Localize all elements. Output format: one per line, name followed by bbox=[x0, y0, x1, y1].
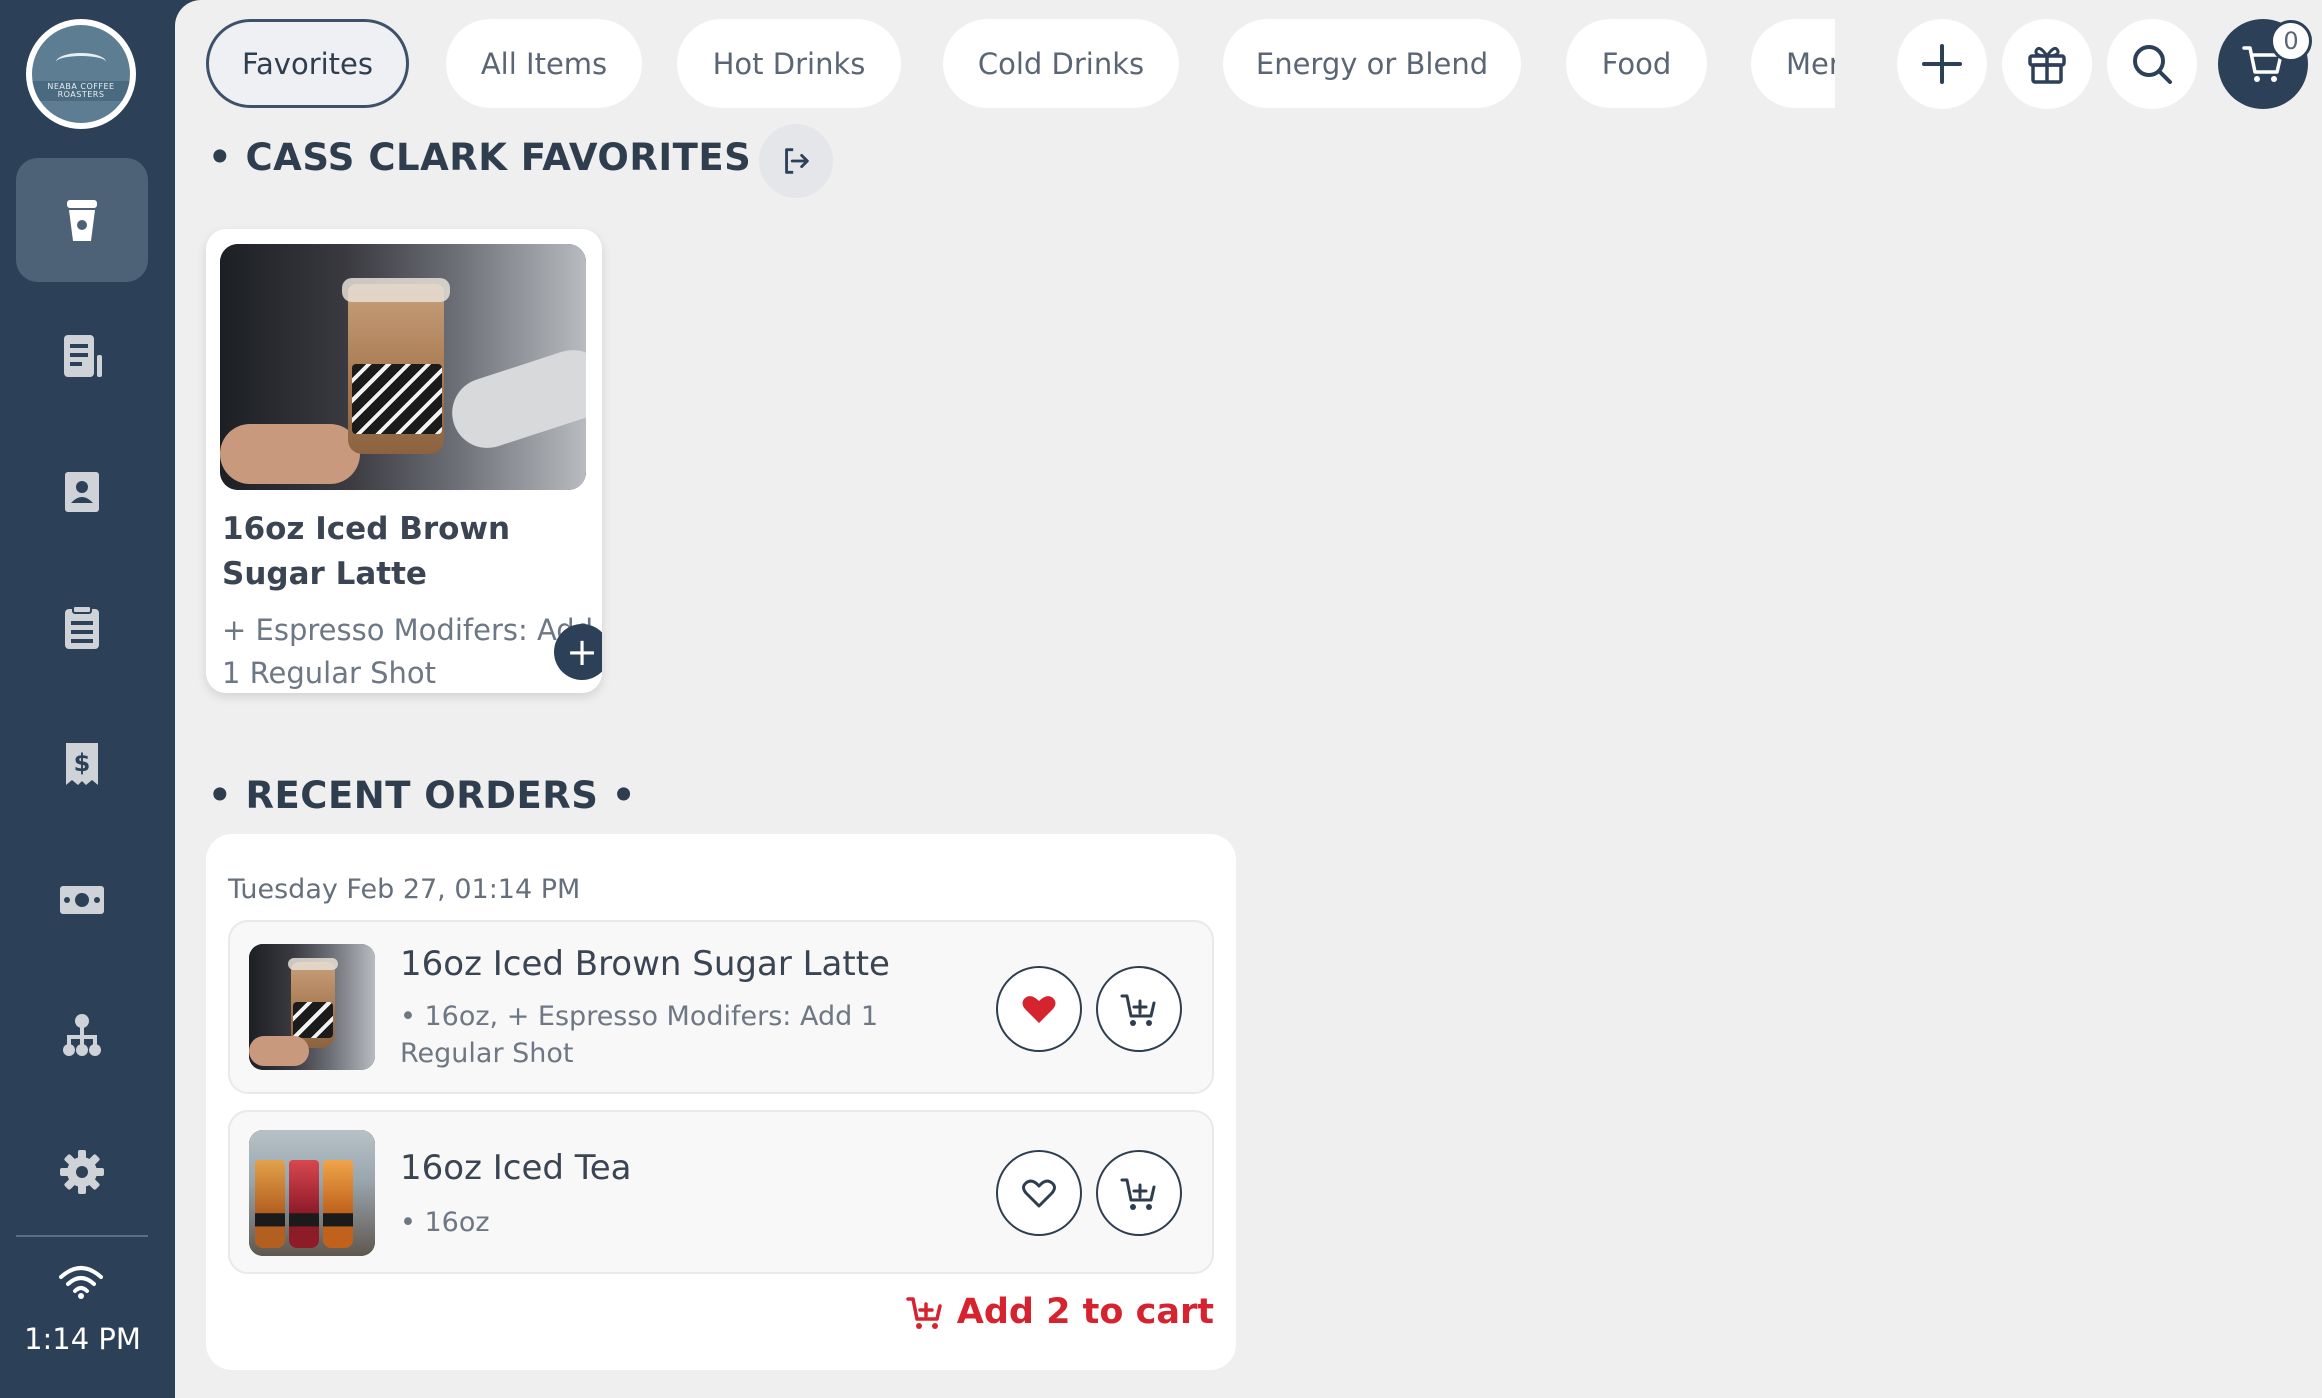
tab-favorites[interactable]: Favorites bbox=[206, 19, 409, 108]
gift-card-button[interactable] bbox=[2002, 19, 2092, 109]
cart-count-badge: 0 bbox=[2270, 20, 2312, 62]
tab-food[interactable]: Food bbox=[1566, 19, 1707, 108]
category-tabs: Favorites All Items Hot Drinks Cold Drin… bbox=[175, 0, 1835, 130]
cart-add-icon bbox=[906, 1297, 942, 1329]
cart-add-icon bbox=[1120, 1178, 1156, 1210]
sidebar-item-customers[interactable] bbox=[16, 430, 148, 554]
favorite-item-name: 16oz Iced Brown Sugar Latte bbox=[222, 511, 511, 592]
tab-menu[interactable]: Menu bbox=[1751, 19, 1835, 108]
favorite-toggle-button[interactable] bbox=[996, 966, 1082, 1052]
sidebar-item-menu[interactable] bbox=[16, 158, 148, 282]
cash-icon bbox=[60, 886, 104, 914]
add-item-button[interactable] bbox=[1897, 19, 1987, 109]
recent-orders-card: Tuesday Feb 27, 01:14 PM 16oz Iced Brown… bbox=[206, 834, 1236, 1370]
search-icon bbox=[2133, 45, 2172, 84]
order-row: 16oz Iced Tea • 16oz bbox=[228, 1110, 1214, 1274]
cart-add-icon bbox=[1120, 994, 1156, 1026]
recent-orders-title: • RECENT ORDERS • bbox=[208, 774, 636, 817]
favorites-title: • CASS CLARK FAVORITES • bbox=[208, 136, 789, 179]
order-item-modifiers: • 16oz, + Espresso Modifers: Add 1 Regul… bbox=[400, 1001, 878, 1069]
sidebar-item-org[interactable] bbox=[16, 974, 148, 1098]
add-favorite-button[interactable]: + bbox=[554, 624, 602, 680]
sidebar-divider bbox=[16, 1235, 148, 1237]
main-panel: Favorites All Items Hot Drinks Cold Drin… bbox=[175, 0, 2322, 1398]
gear-icon bbox=[60, 1150, 104, 1194]
gift-icon bbox=[2028, 46, 2066, 84]
search-button[interactable] bbox=[2107, 19, 2197, 109]
tab-hot-drinks[interactable]: Hot Drinks bbox=[677, 19, 901, 108]
tab-cold-drinks[interactable]: Cold Drinks bbox=[943, 19, 1179, 108]
clock: 1:14 PM bbox=[24, 1322, 141, 1356]
sidebar-item-reports[interactable] bbox=[16, 566, 148, 690]
heart-filled-icon bbox=[1022, 996, 1056, 1023]
favorite-toggle-button[interactable] bbox=[996, 1150, 1082, 1236]
add-to-cart-button[interactable] bbox=[1096, 966, 1182, 1052]
sidebar-item-settings[interactable] bbox=[16, 1110, 148, 1234]
dollar-receipt-icon: $ bbox=[66, 743, 98, 785]
order-thumbnail bbox=[249, 1130, 375, 1256]
favorite-item-card[interactable]: 16oz Iced Brown Sugar Latte + Espresso M… bbox=[206, 229, 602, 693]
wifi-icon bbox=[59, 1266, 103, 1299]
order-item-name: 16oz Iced Brown Sugar Latte bbox=[400, 944, 890, 984]
customer-profile-icon bbox=[65, 472, 99, 512]
receipt-list-icon bbox=[64, 335, 102, 377]
tab-all-items[interactable]: All Items bbox=[446, 19, 642, 108]
favorite-item-modifiers: + Espresso Modifers: Add 1 Regular Shot bbox=[222, 613, 594, 690]
add-all-label: Add 2 to cart bbox=[956, 1292, 1214, 1332]
plus-icon bbox=[1922, 44, 1962, 84]
sidebar-item-cash[interactable] bbox=[16, 838, 148, 962]
add-all-to-cart-button[interactable]: Add 2 to cart bbox=[905, 1292, 1214, 1332]
sidebar: NEABA COFFEE ROASTERS $ 1:14 PM bbox=[0, 0, 175, 1398]
order-item-name: 16oz Iced Tea bbox=[400, 1148, 632, 1188]
order-item-modifiers: • 16oz bbox=[400, 1207, 490, 1238]
svg-text:$: $ bbox=[74, 749, 91, 777]
product-image bbox=[220, 244, 586, 490]
sidebar-item-orders[interactable] bbox=[16, 294, 148, 418]
add-to-cart-button[interactable] bbox=[1096, 1150, 1182, 1236]
exit-icon bbox=[785, 148, 809, 174]
sign-out-customer-button[interactable] bbox=[759, 124, 833, 198]
order-row: 16oz Iced Brown Sugar Latte • 16oz, + Es… bbox=[228, 920, 1214, 1094]
sidebar-item-transactions[interactable]: $ bbox=[16, 702, 148, 826]
coffee-cup-icon bbox=[67, 200, 97, 241]
order-date: Tuesday Feb 27, 01:14 PM bbox=[228, 874, 581, 905]
clipboard-icon bbox=[65, 605, 99, 649]
org-chart-icon bbox=[63, 1014, 101, 1056]
order-thumbnail bbox=[249, 944, 375, 1070]
heart-outline-icon bbox=[1022, 1179, 1056, 1208]
brand-logo: NEABA COFFEE ROASTERS bbox=[26, 19, 136, 129]
tab-energy-or-blend[interactable]: Energy or Blend bbox=[1223, 19, 1521, 108]
